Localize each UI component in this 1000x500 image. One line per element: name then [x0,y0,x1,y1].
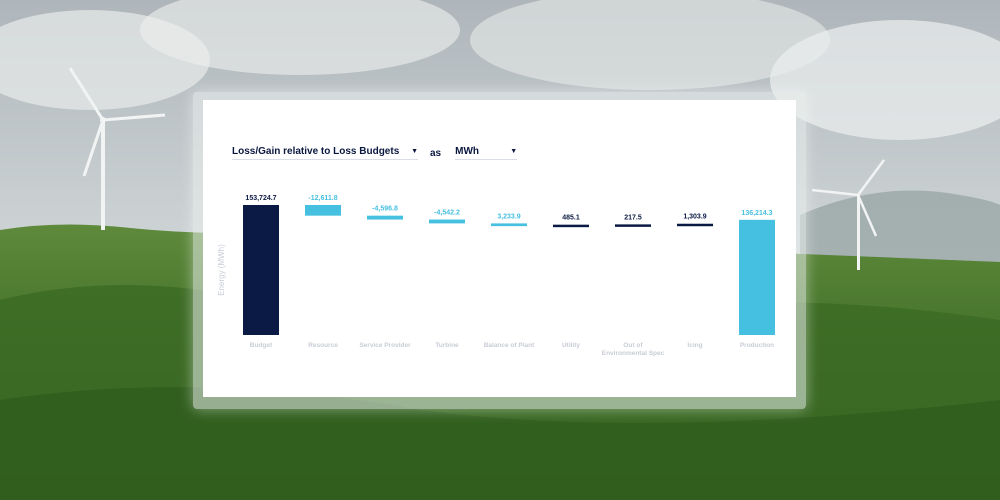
tick-label-resource: Resource [308,342,338,349]
data-label-icing: 1,303.9 [683,214,706,221]
unit-dropdown[interactable]: MWh ▼ [455,146,518,160]
bar-balance-of-plant [491,223,527,227]
data-label-budget: 153,724.7 [245,195,276,202]
bar-icing [677,223,713,227]
tick-label-production: Production [740,342,774,349]
waterfall-chart: Energy (MWh) 153,724.7 Budget -12,611.8 Reso… [217,195,775,357]
connector-label: as [430,147,442,159]
chart-controls: Loss/Gain relative to Loss Budgets ▼ as … [232,145,518,161]
bar-service-provider [367,215,403,220]
tick-label-utility: Utility [562,342,580,349]
tick-label-out-of-environmental-spec: Out of Environmental Spec [602,342,665,357]
data-label-turbine: -4,542.2 [434,210,460,217]
data-label-production: 136,214.3 [741,210,772,217]
y-axis-label: Energy (MWh) [217,244,226,296]
tick-label-budget: Budget [250,342,273,349]
bar-utility [553,224,589,228]
data-label-resource: -12,611.8 [308,195,337,202]
bar-out-of-environmental-spec [615,224,651,227]
bar-resource [305,205,341,216]
metric-dropdown[interactable]: Loss/Gain relative to Loss Budgets ▼ [232,146,418,160]
bar-budget [243,205,279,335]
bar-turbine [429,219,465,224]
tick-label-balance-of-plant: Balance of Plant [484,342,535,349]
data-label-service-provider: -4,596.8 [372,206,398,213]
triangle-down-icon: ▼ [510,148,518,155]
tick-label-turbine: Turbine [435,342,459,349]
data-label-balance-of-plant: 3,233.9 [497,213,520,220]
metric-dropdown-value: Loss/Gain relative to Loss Budgets [232,146,400,157]
data-label-utility: 485.1 [562,215,580,222]
data-label-out-of-environmental-spec: 217.5 [624,214,642,221]
tick-label-icing: Icing [687,342,702,349]
bar-production [739,219,775,335]
tick-label-service-provider: Service Provider [359,342,411,349]
triangle-down-icon: ▼ [411,148,418,155]
unit-dropdown-value: MWh [455,146,480,157]
